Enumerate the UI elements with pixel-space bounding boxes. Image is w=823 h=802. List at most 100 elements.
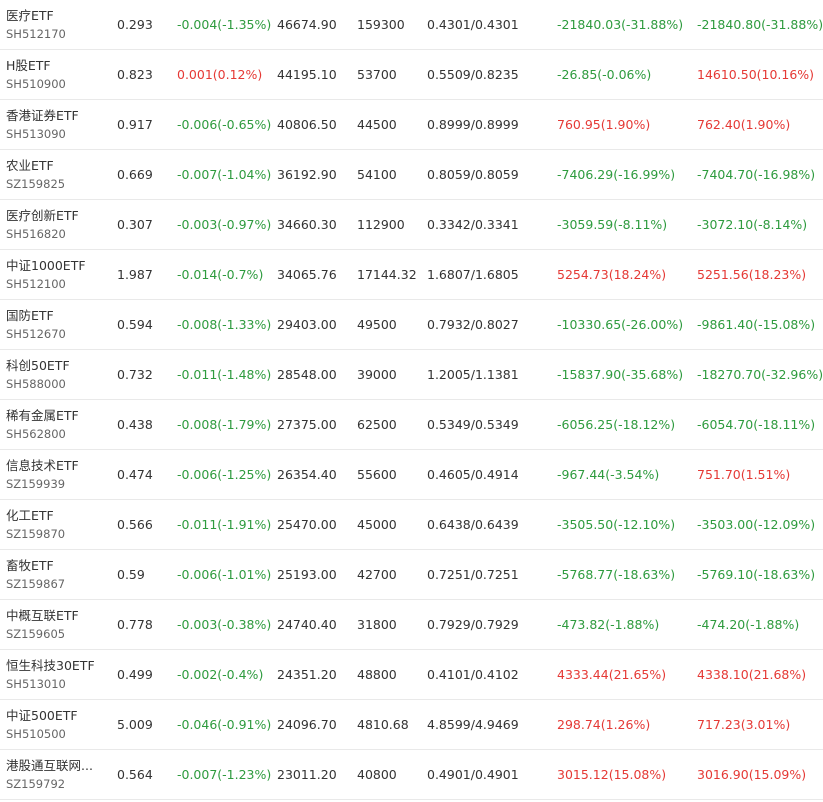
table-row[interactable]: 中证1000ETF SH512100 1.987 -0.014(-0.7%) 3… [0,250,823,300]
fund-name-cell[interactable]: 恒生科技30ETF SH513010 [6,650,106,699]
fund-name-cell[interactable]: 医疗ETF SH512170 [6,0,106,49]
change: -0.008(-1.33%) [177,317,272,332]
price: 0.499 [117,667,153,682]
profit-2: 4338.10(21.68%) [697,667,807,682]
fund-name[interactable]: 中证1000ETF [6,257,86,275]
profit-2: 14610.50(10.16%) [697,67,815,82]
nav: 0.7929/0.7929 [427,617,519,632]
fund-name[interactable]: 港股通互联网... [6,757,93,775]
amount: 46674.90 [277,17,337,32]
price: 0.438 [117,417,153,432]
fund-name-cell[interactable]: 信息技术ETF SZ159939 [6,450,106,499]
change: -0.008(-1.79%) [177,417,272,432]
fund-name-cell[interactable]: H股ETF SH510900 [6,50,106,99]
fund-code: SH516820 [6,226,66,241]
amount: 28548.00 [277,367,337,382]
fund-name-cell[interactable]: 农业ETF SZ159825 [6,150,106,199]
fund-name[interactable]: 农业ETF [6,157,54,175]
table-row[interactable]: H股ETF SH510900 0.823 0.001(0.12%) 44195.… [0,50,823,100]
table-row[interactable]: 香港证券ETF SH513090 0.917 -0.006(-0.65%) 40… [0,100,823,150]
table-row[interactable]: 畜牧ETF SZ159867 0.59 -0.006(-1.01%) 25193… [0,550,823,600]
table-row[interactable]: 信息技术ETF SZ159939 0.474 -0.006(-1.25%) 26… [0,450,823,500]
fund-name[interactable]: 畜牧ETF [6,557,54,575]
amount: 44195.10 [277,67,337,82]
change: -0.014(-0.7%) [177,267,264,282]
price: 0.778 [117,617,153,632]
fund-name[interactable]: 国防ETF [6,307,54,325]
profit-1: -6056.25(-18.12%) [557,417,676,432]
profit-2: -18270.70(-32.96%) [697,367,823,382]
profit-2: -3072.10(-8.14%) [697,217,808,232]
fund-name-cell[interactable]: 国防ETF SH512670 [6,300,106,349]
amount: 36192.90 [277,167,337,182]
table-row[interactable]: 港股通互联网... SZ159792 0.564 -0.007(-1.23%) … [0,750,823,800]
profit-2: 751.70(1.51%) [697,467,791,482]
fund-name[interactable]: 中证500ETF [6,707,78,725]
fund-name[interactable]: 稀有金属ETF [6,407,79,425]
nav: 0.8059/0.8059 [427,167,519,182]
fund-name[interactable]: 医疗创新ETF [6,207,79,225]
table-row[interactable]: 恒生科技30ETF SH513010 0.499 -0.002(-0.4%) 2… [0,650,823,700]
fund-name-cell[interactable]: 化工ETF SZ159870 [6,500,106,549]
fund-name-cell[interactable]: 科创50ETF SH588000 [6,350,106,399]
fund-name[interactable]: 化工ETF [6,507,54,525]
fund-name-cell[interactable]: 医疗创新ETF SH516820 [6,200,106,249]
fund-name[interactable]: H股ETF [6,57,51,75]
profit-2: 5251.56(18.23%) [697,267,807,282]
amount: 25470.00 [277,517,337,532]
price: 0.669 [117,167,153,182]
amount: 34065.76 [277,267,337,282]
fund-name[interactable]: 信息技术ETF [6,457,79,475]
table-row[interactable]: 医疗创新ETF SH516820 0.307 -0.003(-0.97%) 34… [0,200,823,250]
amount: 23011.20 [277,767,337,782]
profit-2: -9861.40(-15.08%) [697,317,816,332]
fund-code: SZ159792 [6,776,66,791]
table-row[interactable]: 中概互联ETF SZ159605 0.778 -0.003(-0.38%) 24… [0,600,823,650]
change: -0.003(-0.97%) [177,217,272,232]
profit-2: -7404.70(-16.98%) [697,167,816,182]
fund-name-cell[interactable]: 港股通互联网... SZ159792 [6,750,106,799]
change: -0.006(-0.65%) [177,117,272,132]
table-row[interactable]: 农业ETF SZ159825 0.669 -0.007(-1.04%) 3619… [0,150,823,200]
change: -0.004(-1.35%) [177,17,272,32]
table-row[interactable]: 医疗ETF SH512170 0.293 -0.004(-1.35%) 4667… [0,0,823,50]
nav: 0.4101/0.4102 [427,667,519,682]
table-row[interactable]: 国防ETF SH512670 0.594 -0.008(-1.33%) 2940… [0,300,823,350]
fund-name-cell[interactable]: 中概互联ETF SZ159605 [6,600,106,649]
fund-name-cell[interactable]: 畜牧ETF SZ159867 [6,550,106,599]
nav: 0.5509/0.8235 [427,67,519,82]
nav: 4.8599/4.9469 [427,717,519,732]
fund-code: SH588000 [6,376,66,391]
fund-code: SZ159825 [6,176,66,191]
price: 0.917 [117,117,153,132]
volume: 44500 [357,117,397,132]
fund-name[interactable]: 中概互联ETF [6,607,79,625]
table-row[interactable]: 化工ETF SZ159870 0.566 -0.011(-1.91%) 2547… [0,500,823,550]
price: 0.307 [117,217,153,232]
table-row[interactable]: 中证500ETF SH510500 5.009 -0.046(-0.91%) 2… [0,700,823,750]
amount: 34660.30 [277,217,337,232]
fund-code: SZ159870 [6,526,66,541]
holdings-table: 医疗ETF SH512170 0.293 -0.004(-1.35%) 4667… [0,0,823,800]
profit-1: 5254.73(18.24%) [557,267,667,282]
fund-name-cell[interactable]: 稀有金属ETF SH562800 [6,400,106,449]
price: 0.823 [117,67,153,82]
change: -0.011(-1.48%) [177,367,272,382]
fund-name[interactable]: 香港证券ETF [6,107,79,125]
table-row[interactable]: 稀有金属ETF SH562800 0.438 -0.008(-1.79%) 27… [0,400,823,450]
fund-name[interactable]: 恒生科技30ETF [6,657,95,675]
volume: 40800 [357,767,397,782]
fund-code: SH513010 [6,676,66,691]
fund-name-cell[interactable]: 中证500ETF SH510500 [6,700,106,749]
fund-name-cell[interactable]: 香港证券ETF SH513090 [6,100,106,149]
table-row[interactable]: 科创50ETF SH588000 0.732 -0.011(-1.48%) 28… [0,350,823,400]
volume: 49500 [357,317,397,332]
change: -0.003(-0.38%) [177,617,272,632]
fund-name[interactable]: 科创50ETF [6,357,70,375]
amount: 24351.20 [277,667,337,682]
profit-1: -967.44(-3.54%) [557,467,660,482]
fund-name[interactable]: 医疗ETF [6,7,54,25]
profit-1: -26.85(-0.06%) [557,67,652,82]
fund-name-cell[interactable]: 中证1000ETF SH512100 [6,250,106,299]
profit-2: -6054.70(-18.11%) [697,417,816,432]
